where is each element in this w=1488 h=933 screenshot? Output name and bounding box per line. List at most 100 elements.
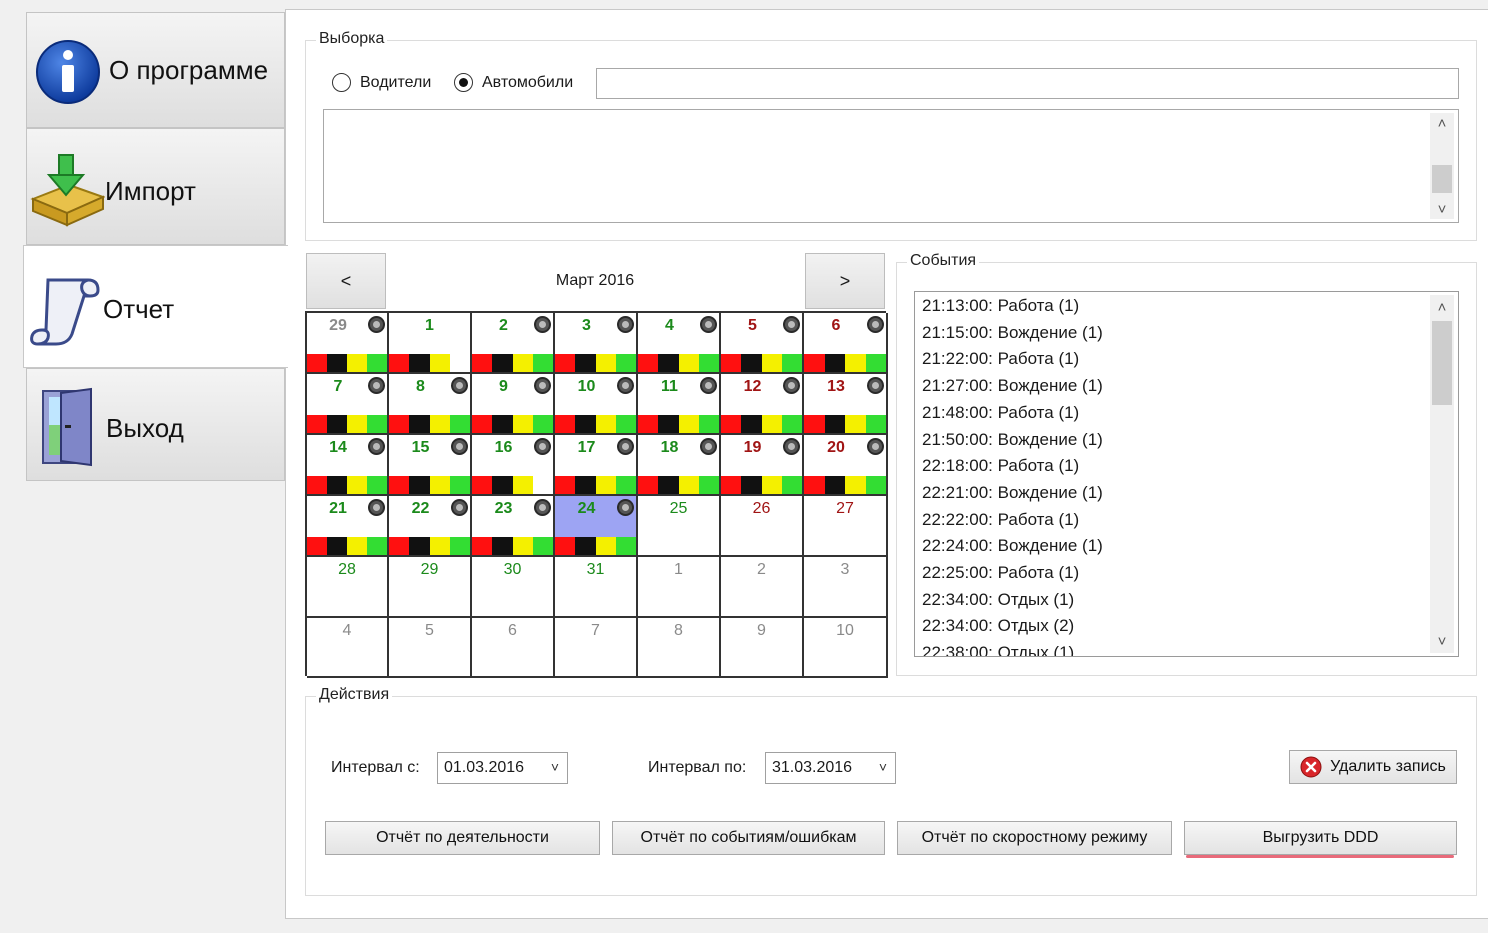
calendar-day-cell[interactable]: 7 [555,618,638,678]
calendar-day-cell[interactable]: 10 [804,618,888,678]
calendar-day-cell[interactable]: 3 [555,313,638,374]
calendar-day-cell[interactable]: 12 [721,374,804,435]
calendar-day-cell[interactable]: 13 [804,374,888,435]
export-ddd-button[interactable]: Выгрузить DDD [1184,821,1457,855]
activity-segment [615,537,636,555]
speed-report-button[interactable]: Отчёт по скоростному режиму [897,821,1172,855]
events-list-scrollbar[interactable]: ˄ ˅ [1430,295,1454,653]
calendar-day-cell[interactable]: 28 [307,557,389,618]
calendar-day-cell[interactable]: 14 [307,435,389,496]
calendar-day-cell[interactable]: 25 [638,496,721,557]
calendar-day-cell[interactable]: 5 [721,313,804,374]
sidebar-item-exit[interactable]: Выход [26,368,285,481]
calendar-day-cell[interactable]: 18 [638,435,721,496]
calendar-day-cell[interactable]: 24 [555,496,638,557]
scroll-down-icon[interactable]: ˅ [1430,633,1454,651]
calendar-day-cell[interactable]: 26 [721,496,804,557]
calendar-day-cell[interactable]: 11 [638,374,721,435]
calendar-day-cell[interactable]: 5 [389,618,472,678]
calendar-day-cell[interactable]: 3 [804,557,888,618]
radio-drivers[interactable]: Водители [332,73,431,92]
event-list-item[interactable]: 21:15:00: Вождение (1) [922,323,1103,343]
calendar-day-cell[interactable]: 10 [555,374,638,435]
event-list-item[interactable]: 21:27:00: Вождение (1) [922,376,1103,396]
event-list-item[interactable]: 22:24:00: Вождение (1) [922,536,1103,556]
calendar-day-cell[interactable]: 29 [307,313,389,374]
event-list-item[interactable]: 21:22:00: Работа (1) [922,349,1079,369]
scroll-down-icon[interactable]: ˅ [1430,201,1454,219]
activity-segment [472,354,493,372]
calendar-day-cell[interactable]: 27 [804,496,888,557]
calendar-day-cell[interactable]: 2 [721,557,804,618]
interval-to-select[interactable]: 31.03.2016 ˅ [765,752,896,784]
calendar-day-cell[interactable]: 4 [307,618,389,678]
calendar-day-cell[interactable]: 2 [472,313,555,374]
calendar-day-cell[interactable]: 19 [721,435,804,496]
scroll-up-icon[interactable]: ˄ [1430,115,1454,133]
event-list-item[interactable]: 21:48:00: Работа (1) [922,403,1079,423]
events-report-button[interactable]: Отчёт по событиям/ошибкам [612,821,885,855]
sidebar-item-report[interactable]: Отчет [23,245,288,368]
calendar-day-cell[interactable]: 22 [389,496,472,557]
calendar-day-cell[interactable]: 9 [721,618,804,678]
interval-to-value: 31.03.2016 [772,759,853,776]
activity-segment [347,415,367,433]
event-list-item[interactable]: 22:25:00: Работа (1) [922,563,1079,583]
calendar-day-cell[interactable]: 31 [555,557,638,618]
event-list-item[interactable]: 21:50:00: Вождение (1) [922,430,1103,450]
chevron-down-icon[interactable]: ˅ [879,759,887,775]
activity-bar [804,415,886,433]
delete-record-button[interactable]: Удалить запись [1289,750,1457,784]
event-list-item[interactable]: 21:13:00: Работа (1) [922,296,1079,316]
scroll-up-icon[interactable]: ˄ [1430,299,1454,317]
activity-segment [741,415,762,433]
calendar-day-cell[interactable]: 23 [472,496,555,557]
event-list-item[interactable]: 22:21:00: Вождение (1) [922,483,1103,503]
calendar-day-cell[interactable]: 17 [555,435,638,496]
next-month-button[interactable]: > [805,253,885,309]
selection-list-scrollbar[interactable]: ˄ ˅ [1430,113,1454,219]
activity-segment [429,476,450,494]
calendar-day-cell[interactable]: 15 [389,435,472,496]
event-list-item[interactable]: 22:34:00: Отдых (2) [922,616,1074,636]
scrollbar-thumb[interactable] [1432,321,1452,405]
events-list[interactable]: 21:13:00: Работа (1) 21:15:00: Вождение (… [914,291,1459,657]
scrollbar-thumb[interactable] [1432,165,1452,193]
sidebar-item-about[interactable]: О программе [26,12,285,128]
event-list-item[interactable]: 22:34:00: Отдых (1) [922,590,1074,610]
radio-vehicles-circle[interactable] [454,73,473,92]
event-list-item[interactable]: 22:18:00: Работа (1) [922,456,1079,476]
calendar-day-number: 9 [757,622,766,639]
activity-segment [532,354,553,372]
sidebar-item-import[interactable]: Импорт [26,128,285,245]
calendar-day-cell[interactable]: 1 [389,313,472,374]
calendar-day-cell[interactable]: 29 [389,557,472,618]
radio-drivers-circle[interactable] [332,73,351,92]
calendar-day-cell[interactable]: 8 [638,618,721,678]
calendar-day-cell[interactable]: 7 [307,374,389,435]
activity-report-button[interactable]: Отчёт по деятельности [325,821,600,855]
calendar-day-cell[interactable]: 20 [804,435,888,496]
calendar-day-cell[interactable]: 8 [389,374,472,435]
calendar-day-cell[interactable]: 4 [638,313,721,374]
calendar-day-cell[interactable]: 30 [472,557,555,618]
selection-list[interactable] [323,109,1459,223]
interval-from-select[interactable]: 01.03.2016 ˅ [437,752,568,784]
chevron-down-icon[interactable]: ˅ [551,759,559,775]
calendar-day-number: 4 [342,622,352,639]
calendar-day-cell[interactable]: 6 [804,313,888,374]
calendar-day-cell[interactable]: 1 [638,557,721,618]
activity-bar [389,537,470,555]
activity-segment [761,415,782,433]
radio-vehicles[interactable]: Автомобили [454,73,573,92]
filter-input[interactable] [596,68,1459,99]
event-list-item[interactable]: 22:22:00: Работа (1) [922,510,1079,530]
calendar-day-cell[interactable]: 16 [472,435,555,496]
activity-segment [555,415,576,433]
prev-month-button[interactable]: < [306,253,386,309]
report-scroll-icon [30,278,100,346]
calendar-day-cell[interactable]: 6 [472,618,555,678]
calendar-day-cell[interactable]: 9 [472,374,555,435]
calendar-day-cell[interactable]: 21 [307,496,389,557]
event-list-item[interactable]: 22:38:00: Отдых (1) [922,643,1074,656]
